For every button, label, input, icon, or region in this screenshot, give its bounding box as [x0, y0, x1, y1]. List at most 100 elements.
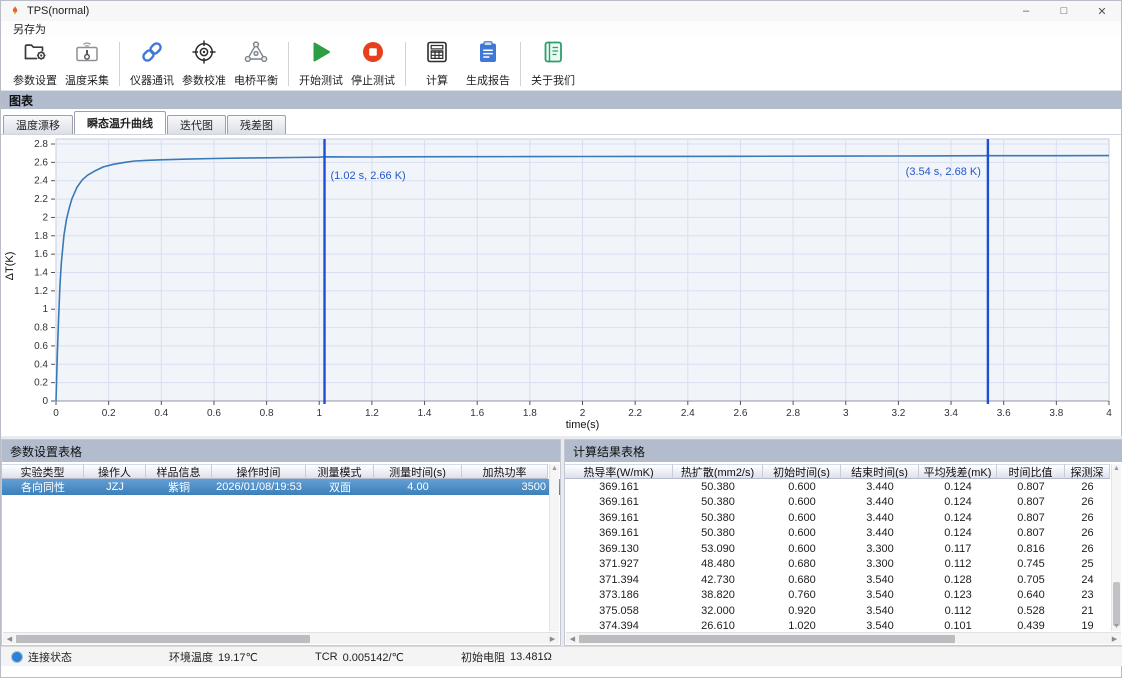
column-header[interactable]: 操作人	[84, 464, 146, 479]
thermometer-wifi-icon	[74, 39, 100, 70]
column-header[interactable]: 测量模式	[306, 464, 374, 479]
temp-collect-button[interactable]: 温度采集	[61, 38, 113, 89]
cursor-annotation: (3.54 s, 2.68 K)	[906, 166, 981, 178]
chart-area[interactable]: 00.20.40.60.811.21.41.61.822.22.42.62.83…	[1, 135, 1121, 436]
cell: 4.00	[374, 479, 462, 495]
ambient-temperature: 环境温度 19.17℃	[169, 647, 258, 667]
results-row[interactable]: 369.16150.3800.6003.4400.1240.80726	[565, 510, 1122, 526]
results-vertical-scrollbar[interactable]: ▲ ▼	[1111, 464, 1121, 631]
scroll-right-icon[interactable]: ▶	[1108, 635, 1121, 643]
x-tick-label: 3.6	[997, 408, 1011, 419]
toolbar-separator	[288, 42, 289, 86]
cell: 紫铜	[146, 479, 212, 495]
results-row[interactable]: 373.18638.8200.7603.5400.1230.64023	[565, 588, 1122, 604]
cell: 26	[1065, 479, 1110, 495]
column-header[interactable]: 热扩散(mm2/s)	[673, 464, 763, 479]
menu-save-as[interactable]: 另存为	[9, 21, 50, 37]
cell: 371.927	[565, 557, 673, 573]
minimize-button[interactable]: –	[1007, 1, 1045, 21]
column-header[interactable]: 测量时间(s)	[374, 464, 462, 479]
calculate-button[interactable]: 计算	[412, 38, 462, 89]
results-row[interactable]: 375.05832.0000.9203.5400.1120.52821	[565, 603, 1122, 619]
param-calibration-button[interactable]: 参数校准	[178, 38, 230, 89]
cell: 3.440	[841, 526, 919, 542]
column-header[interactable]: 实验类型	[2, 464, 84, 479]
generate-report-button[interactable]: 生成报告	[462, 38, 514, 89]
column-header[interactable]: 样品信息	[146, 464, 212, 479]
ambient-value: 19.17℃	[218, 651, 258, 664]
column-header[interactable]: 热导率(W/mK)	[565, 464, 673, 479]
start-test-button[interactable]: 开始测试	[295, 38, 347, 89]
x-tick-label: 2.4	[681, 408, 695, 419]
scrollbar-thumb[interactable]	[1113, 582, 1120, 626]
results-horizontal-scrollbar[interactable]: ◀ ▶	[566, 632, 1121, 644]
x-tick-label: 2.6	[733, 408, 747, 419]
scroll-down-icon[interactable]: ▼	[1112, 622, 1121, 631]
title-bar: TPS(normal) – □ ✕	[1, 1, 1121, 21]
x-tick-label: 0.6	[207, 408, 221, 419]
column-header[interactable]: 时间比值	[997, 464, 1065, 479]
params-header-row: 实验类型操作人样品信息操作时间测量模式测量时间(s)加热功率	[2, 464, 560, 479]
results-row[interactable]: 369.16150.3800.6003.4400.1240.80726	[565, 495, 1122, 511]
cell: 369.161	[565, 495, 673, 511]
instrument-comm-button[interactable]: 仪器通讯	[126, 38, 178, 89]
notebook-icon	[540, 39, 566, 70]
stop-test-button[interactable]: 停止测试	[347, 38, 399, 89]
cell: 3.540	[841, 603, 919, 619]
toolbar-separator	[520, 42, 521, 86]
cell: 0.816	[997, 541, 1065, 557]
x-tick-label: 1.4	[418, 408, 432, 419]
x-tick-label: 2.2	[628, 408, 642, 419]
maximize-button[interactable]: □	[1045, 1, 1083, 21]
results-row[interactable]: 369.16150.3800.6003.4400.1240.80726	[565, 479, 1122, 495]
x-tick-label: 1	[316, 408, 322, 419]
scrollbar-thumb[interactable]	[16, 635, 310, 643]
chart-tabs: 温度漂移瞬态温升曲线迭代图残差图	[1, 109, 1121, 135]
y-tick-label: 1.4	[34, 268, 48, 279]
params-vertical-scrollbar[interactable]: ▲	[549, 464, 559, 631]
param-settings-button[interactable]: 参数设置	[9, 38, 61, 89]
params-row[interactable]: 各向同性JZJ紫铜2026/01/08/19:53双面4.003500	[2, 479, 560, 495]
stop-icon	[360, 39, 386, 70]
bridge-network-icon	[243, 39, 269, 70]
cell: 各向同性	[2, 479, 84, 495]
scroll-left-icon[interactable]: ◀	[3, 635, 16, 643]
scroll-left-icon[interactable]: ◀	[566, 635, 579, 643]
params-table-title: 参数设置表格	[2, 440, 560, 462]
results-row[interactable]: 371.92748.4800.6803.3000.1120.74525	[565, 557, 1122, 573]
transient-rise-chart[interactable]: 00.20.40.60.811.21.41.61.822.22.42.62.83…	[1, 135, 1122, 436]
y-tick-label: 2.6	[34, 157, 48, 168]
bridge-balance-button[interactable]: 电桥平衡	[230, 38, 282, 89]
tab-residual-plot[interactable]: 残差图	[227, 115, 286, 134]
column-header[interactable]: 结束时间(s)	[841, 464, 919, 479]
results-row[interactable]: 371.39442.7300.6803.5400.1280.70524	[565, 572, 1122, 588]
results-row[interactable]: 369.16150.3800.6003.4400.1240.80726	[565, 526, 1122, 542]
app-window: TPS(normal) – □ ✕ 另存为 参数设置温度采集仪器通讯参数校准电桥…	[0, 0, 1122, 678]
results-row[interactable]: 369.13053.0900.6003.3000.1170.81626	[565, 541, 1122, 557]
column-header[interactable]: 探测深	[1065, 464, 1110, 479]
scrollbar-thumb[interactable]	[579, 635, 955, 643]
cell: 3.300	[841, 541, 919, 557]
cell: 26	[1065, 510, 1110, 526]
cell: 48.480	[673, 557, 763, 573]
close-button[interactable]: ✕	[1083, 1, 1121, 21]
params-horizontal-scrollbar[interactable]: ◀ ▶	[3, 632, 559, 644]
column-header[interactable]: 操作时间	[212, 464, 306, 479]
column-header[interactable]: 初始时间(s)	[763, 464, 841, 479]
tab-transient-temp-rise[interactable]: 瞬态温升曲线	[74, 111, 166, 134]
cell: 3.540	[841, 572, 919, 588]
about-us-button[interactable]: 关于我们	[527, 38, 579, 89]
cell: 双面	[306, 479, 374, 495]
status-bar: 连接状态 环境温度 19.17℃ TCR 0.005142/℃ 初始电阻 13.…	[1, 646, 1122, 666]
report-icon	[475, 39, 501, 70]
scroll-right-icon[interactable]: ▶	[546, 635, 559, 643]
column-header[interactable]: 平均残差(mK)	[919, 464, 997, 479]
cell: 373.186	[565, 588, 673, 604]
cell: 0.600	[763, 479, 841, 495]
column-header[interactable]: 加热功率	[462, 464, 548, 479]
tab-temperature-drift[interactable]: 温度漂移	[3, 115, 73, 134]
x-tick-label: 1.2	[365, 408, 379, 419]
x-tick-label: 2	[580, 408, 586, 419]
cell: 23	[1065, 588, 1110, 604]
tab-iteration-plot[interactable]: 迭代图	[167, 115, 226, 134]
